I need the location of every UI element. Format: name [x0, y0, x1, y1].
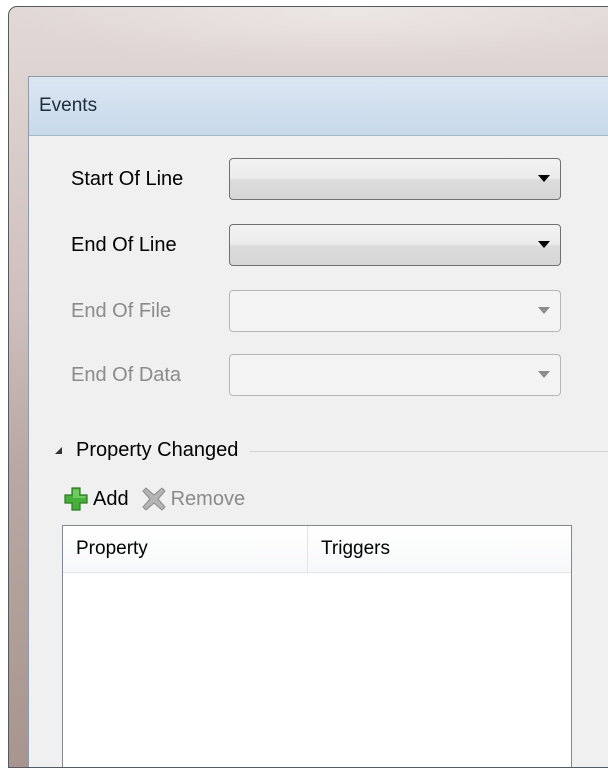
end-of-file-label: End Of File	[71, 299, 172, 322]
end-of-data-row: End Of Data	[71, 353, 571, 397]
end-of-line-row: End Of Line	[71, 223, 571, 267]
end-of-data-dropdown[interactable]	[229, 354, 561, 396]
end-of-line-label: End Of Line	[71, 233, 177, 256]
gray-x-icon	[141, 487, 166, 511]
column-header-triggers-label: Triggers	[321, 538, 390, 559]
property-table[interactable]: Property Triggers	[62, 525, 572, 767]
add-label: Add	[93, 487, 129, 510]
start-of-line-row: Start Of Line	[71, 157, 571, 201]
window-frame: Events Start Of Line End Of Line End Of …	[8, 6, 608, 768]
property-changed-group-header[interactable]: Property Changed	[53, 435, 608, 465]
end-of-line-dropdown[interactable]	[229, 224, 561, 266]
end-of-file-row: End Of File	[71, 289, 571, 333]
chevron-down-icon	[538, 307, 550, 314]
chevron-down-icon	[538, 241, 550, 248]
add-button[interactable]: Add	[63, 486, 129, 512]
column-header-property-label: Property	[76, 538, 148, 559]
green-plus-icon	[64, 487, 88, 511]
end-of-file-dropdown[interactable]	[229, 290, 561, 332]
events-panel: Events Start Of Line End Of Line End Of …	[28, 76, 608, 767]
property-toolbar: Add Remove	[63, 483, 257, 515]
column-header-property[interactable]: Property	[63, 526, 308, 572]
remove-button[interactable]: Remove	[141, 486, 245, 512]
remove-label: Remove	[170, 487, 246, 510]
panel-title: Events	[39, 95, 98, 116]
group-divider	[250, 450, 608, 452]
start-of-line-dropdown[interactable]	[229, 158, 561, 200]
table-body[interactable]	[63, 573, 571, 767]
panel-header: Events	[29, 77, 608, 136]
table-header: Property Triggers	[63, 526, 571, 573]
column-header-triggers[interactable]: Triggers	[308, 526, 571, 572]
end-of-data-label: End Of Data	[71, 363, 182, 386]
chevron-down-icon	[538, 371, 550, 378]
property-changed-title: Property Changed	[76, 438, 239, 461]
chevron-down-icon	[538, 175, 550, 182]
start-of-line-label: Start Of Line	[71, 167, 184, 190]
collapse-triangle-icon[interactable]	[55, 446, 62, 454]
